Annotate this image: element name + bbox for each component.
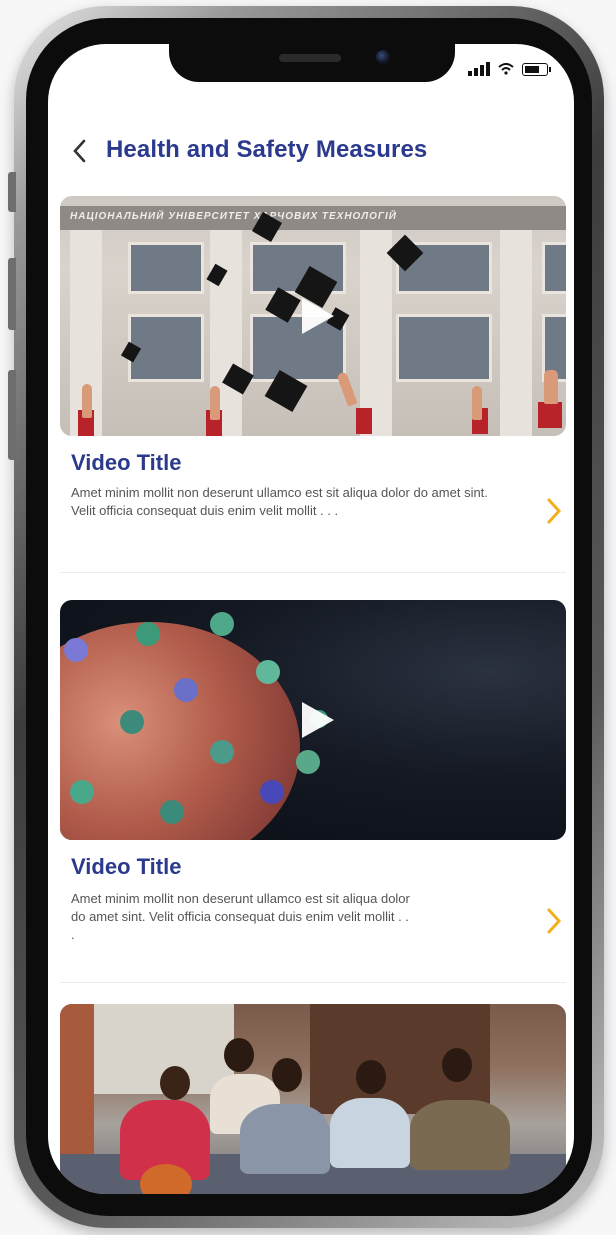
video-thumbnail[interactable] <box>60 1004 566 1194</box>
wifi-icon <box>498 63 514 75</box>
play-icon[interactable] <box>300 296 336 336</box>
mute-switch <box>8 172 16 212</box>
signal-icon <box>468 62 490 76</box>
video-title[interactable]: Video Title <box>71 854 181 880</box>
speaker <box>279 54 341 62</box>
video-description: Amet minim mollit non deserunt ullamco e… <box>71 485 488 518</box>
play-icon[interactable] <box>300 700 336 740</box>
student <box>410 1100 510 1170</box>
student <box>330 1098 410 1168</box>
page-title: Health and Safety Measures <box>106 136 428 163</box>
video-title[interactable]: Video Title <box>71 450 181 476</box>
video-card-1[interactable]: НАЦІОНАЛЬНИЙ УНІВЕРСИТЕТ ХАРЧОВИХ ТЕХНОЛ… <box>60 196 566 573</box>
volume-up-button <box>8 258 16 330</box>
front-camera <box>376 50 390 64</box>
status-bar <box>468 62 551 76</box>
volume-down-button <box>8 370 16 460</box>
video-thumbnail[interactable]: НАЦІОНАЛЬНИЙ УНІВЕРСИТЕТ ХАРЧОВИХ ТЕХНОЛ… <box>60 196 566 436</box>
app-header: Health and Safety Measures <box>48 132 574 172</box>
student <box>240 1104 330 1174</box>
chevron-right-icon[interactable] <box>544 906 564 936</box>
notch <box>169 44 455 82</box>
building-sign: НАЦІОНАЛЬНИЙ УНІВЕРСИТЕТ ХАРЧОВИХ ТЕХНОЛ… <box>60 206 566 230</box>
video-thumbnail[interactable] <box>60 600 566 840</box>
video-card-2[interactable]: Video Title Amet minim mollit non deseru… <box>60 600 566 983</box>
app-screen: Health and Safety Measures НАЦІОНАЛЬНИЙ … <box>48 44 574 1194</box>
video-description: Amet minim mollit non deserunt ullamco e… <box>71 891 410 942</box>
divider <box>60 572 566 573</box>
divider <box>60 982 566 983</box>
building-sign-text: НАЦІОНАЛЬНИЙ УНІВЕРСИТЕТ ХАРЧОВИХ ТЕХНОЛ… <box>70 211 397 222</box>
video-card-3[interactable] <box>60 1004 566 1194</box>
chevron-right-icon[interactable] <box>544 496 564 526</box>
back-button[interactable] <box>66 136 92 166</box>
battery-icon <box>522 62 551 76</box>
chevron-left-icon <box>73 139 86 163</box>
